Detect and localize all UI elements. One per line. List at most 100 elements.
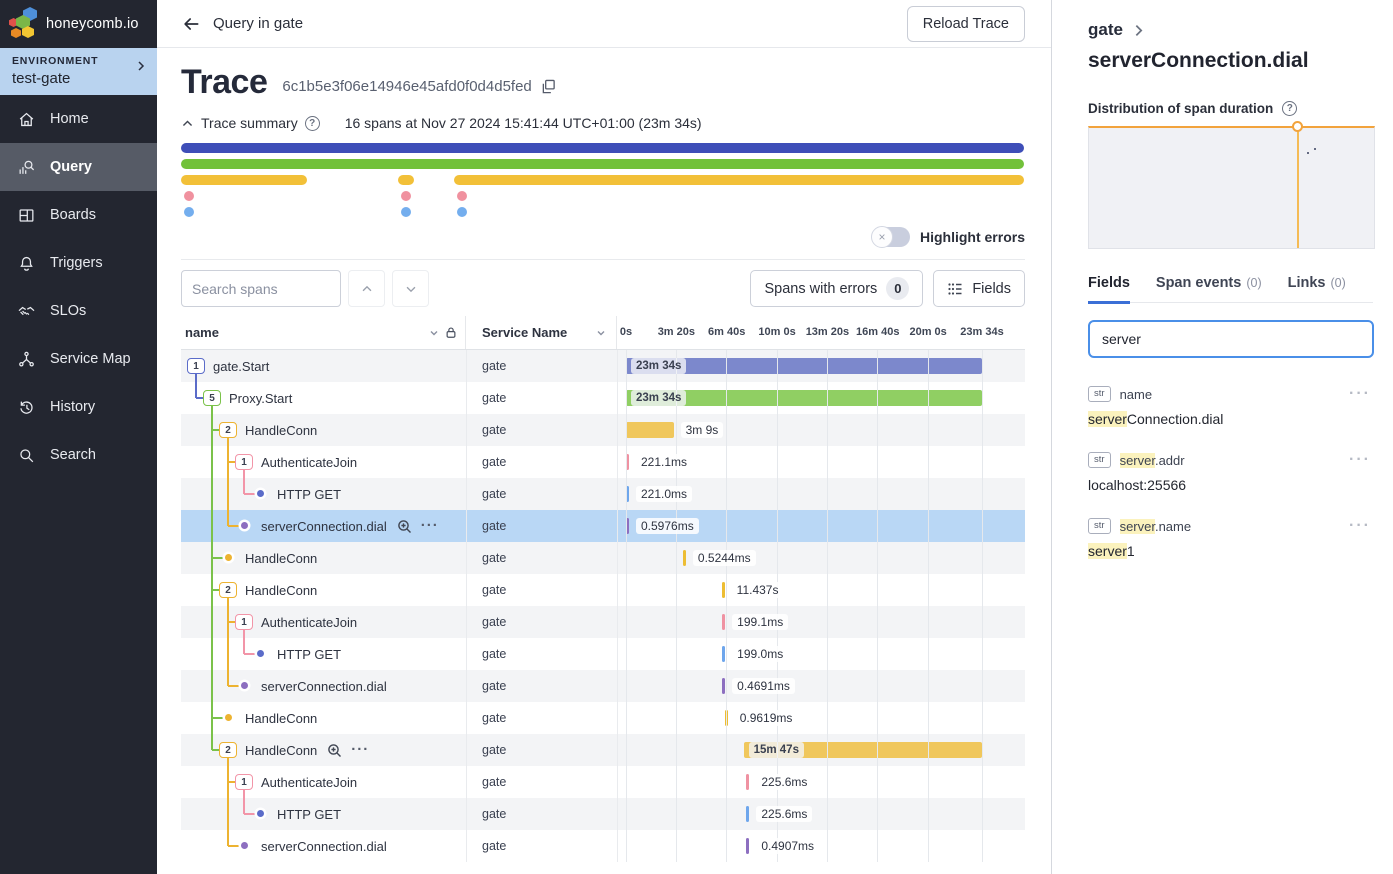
fields-button-label: Fields xyxy=(972,281,1011,297)
span-collapse-toggle[interactable]: 1 xyxy=(235,614,253,630)
highlight-errors-label: Highlight errors xyxy=(920,229,1025,245)
span-collapse-toggle[interactable]: 1 xyxy=(187,358,205,374)
more-actions-icon[interactable]: ··· xyxy=(1349,389,1373,399)
duration-distribution-chart[interactable] xyxy=(1088,126,1375,249)
more-actions-icon[interactable]: ··· xyxy=(421,521,439,531)
span-row[interactable]: HTTP GETgate225.6ms xyxy=(181,798,1025,830)
minimap-span-dot[interactable] xyxy=(457,191,467,201)
sidebar-item-query[interactable]: Query xyxy=(0,143,157,191)
zoom-to-span-icon[interactable] xyxy=(327,743,342,758)
highlight-errors-toggle[interactable]: × xyxy=(872,227,910,247)
span-row[interactable]: 5Proxy.Startgate23m 34s xyxy=(181,382,1025,414)
lock-icon[interactable] xyxy=(445,326,457,339)
span-duration-bar[interactable] xyxy=(746,774,749,790)
fields-button[interactable]: Fields xyxy=(933,270,1025,307)
help-icon[interactable]: ? xyxy=(305,116,320,131)
span-collapse-toggle[interactable]: 2 xyxy=(219,742,237,758)
tab-links[interactable]: Links(0) xyxy=(1288,275,1346,302)
next-match-button[interactable] xyxy=(392,270,429,307)
minimap-span-bar[interactable] xyxy=(181,175,307,185)
span-row[interactable]: 1AuthenticateJoingate221.1ms xyxy=(181,446,1025,478)
span-name-cell: 2HandleConn xyxy=(181,574,466,606)
span-collapse-toggle[interactable]: 2 xyxy=(219,422,237,438)
sort-chevron-icon[interactable] xyxy=(596,328,606,338)
breadcrumb-service[interactable]: gate xyxy=(1088,20,1123,40)
span-duration-bar[interactable] xyxy=(722,678,725,694)
tab-span-events[interactable]: Span events(0) xyxy=(1156,275,1262,302)
sidebar-item-boards[interactable]: Boards xyxy=(0,191,157,239)
service-name-column-header[interactable]: Service Name xyxy=(482,325,567,340)
span-collapse-toggle[interactable]: 1 xyxy=(235,454,253,470)
span-row[interactable]: 2HandleConngate3m 9s xyxy=(181,414,1025,446)
sidebar-item-label: Boards xyxy=(50,207,96,223)
spans-with-errors-button[interactable]: Spans with errors 0 xyxy=(750,270,923,307)
span-duration-bar[interactable] xyxy=(746,806,749,822)
trace-summary-collapse[interactable]: Trace summary xyxy=(181,115,298,131)
honeycomb-logo[interactable]: honeycomb.io xyxy=(0,0,157,48)
help-icon[interactable]: ? xyxy=(1282,101,1297,116)
minimap-span-dot[interactable] xyxy=(401,207,411,217)
breadcrumb[interactable]: gate xyxy=(1088,20,1373,40)
span-row[interactable]: HandleConngate0.5244ms xyxy=(181,542,1025,574)
sidebar-item-slos[interactable]: SLOs xyxy=(0,287,157,335)
span-row[interactable]: 1AuthenticateJoingate225.6ms xyxy=(181,766,1025,798)
field-list-icon xyxy=(947,281,963,297)
copy-icon[interactable] xyxy=(541,79,556,94)
span-row[interactable]: 1gate.Startgate23m 34s xyxy=(181,350,1025,382)
span-duration-bar[interactable] xyxy=(722,582,725,598)
span-collapse-toggle[interactable]: 1 xyxy=(235,774,253,790)
search-spans-input[interactable] xyxy=(181,270,341,307)
minimap-span-dot[interactable] xyxy=(184,191,194,201)
minimap-span-bar[interactable] xyxy=(181,159,1024,169)
field-search-input[interactable] xyxy=(1088,320,1374,358)
sidebar-item-history[interactable]: History xyxy=(0,383,157,431)
span-duration-bar[interactable] xyxy=(746,838,749,854)
zoom-to-span-icon[interactable] xyxy=(397,519,412,534)
sort-chevron-icon[interactable] xyxy=(429,328,439,338)
back-button[interactable] xyxy=(181,14,201,34)
span-collapse-toggle[interactable]: 5 xyxy=(203,390,221,406)
span-collapse-toggle[interactable]: 2 xyxy=(219,582,237,598)
span-row[interactable]: serverConnection.dialgate0.4907ms xyxy=(181,830,1025,862)
column-separator xyxy=(466,350,467,862)
sidebar-item-search[interactable]: Search xyxy=(0,431,157,479)
name-column-header[interactable]: name xyxy=(185,325,219,340)
sidebar-item-triggers[interactable]: Triggers xyxy=(0,239,157,287)
span-row[interactable]: HTTP GETgate199.0ms xyxy=(181,638,1025,670)
tab-fields[interactable]: Fields xyxy=(1088,275,1130,304)
previous-match-button[interactable] xyxy=(348,270,385,307)
trace-minimap[interactable] xyxy=(181,143,1024,217)
minimap-span-dot[interactable] xyxy=(401,191,411,201)
minimap-span-bar[interactable] xyxy=(181,143,1024,153)
span-row[interactable]: HTTP GETgate221.0ms xyxy=(181,478,1025,510)
tab-count: (0) xyxy=(1330,276,1345,290)
minimap-span-dot[interactable] xyxy=(457,207,467,217)
span-row[interactable]: serverConnection.dialgate0.4691ms xyxy=(181,670,1025,702)
span-duration-bar[interactable] xyxy=(626,422,674,438)
minimap-span-dot[interactable] xyxy=(184,207,194,217)
more-actions-icon[interactable]: ··· xyxy=(1349,455,1373,465)
sidebar-item-home[interactable]: Home xyxy=(0,95,157,143)
span-duration-bar[interactable] xyxy=(722,646,725,662)
span-duration: 0.5976ms xyxy=(636,518,699,534)
app-window: honeycomb.io ENVIRONMENT test-gate HomeQ… xyxy=(0,0,1393,874)
environment-switcher[interactable]: ENVIRONMENT test-gate xyxy=(0,48,157,95)
span-row[interactable]: HandleConngate0.9619ms xyxy=(181,702,1025,734)
sidebar-item-service-map[interactable]: Service Map xyxy=(0,335,157,383)
span-duration-bar[interactable] xyxy=(683,550,686,566)
span-row[interactable]: 2HandleConn···gate15m 47s xyxy=(181,734,1025,766)
field-key: name xyxy=(1120,387,1153,402)
reload-trace-button[interactable]: Reload Trace xyxy=(907,6,1025,42)
span-timeline-cell: 11.437s xyxy=(617,574,1025,606)
more-actions-icon[interactable]: ··· xyxy=(1349,521,1373,531)
field-key: server.addr xyxy=(1120,453,1185,468)
span-row[interactable]: 1AuthenticateJoingate199.1ms xyxy=(181,606,1025,638)
topbar: Query in gate Reload Trace xyxy=(157,0,1051,48)
span-duration: 221.0ms xyxy=(636,486,692,502)
span-row[interactable]: 2HandleConngate11.437s xyxy=(181,574,1025,606)
more-actions-icon[interactable]: ··· xyxy=(351,745,369,755)
span-row[interactable]: serverConnection.dial···gate0.5976ms xyxy=(181,510,1025,542)
span-duration-bar[interactable] xyxy=(722,614,725,630)
minimap-span-bar[interactable] xyxy=(398,175,413,185)
minimap-span-bar[interactable] xyxy=(454,175,1024,185)
